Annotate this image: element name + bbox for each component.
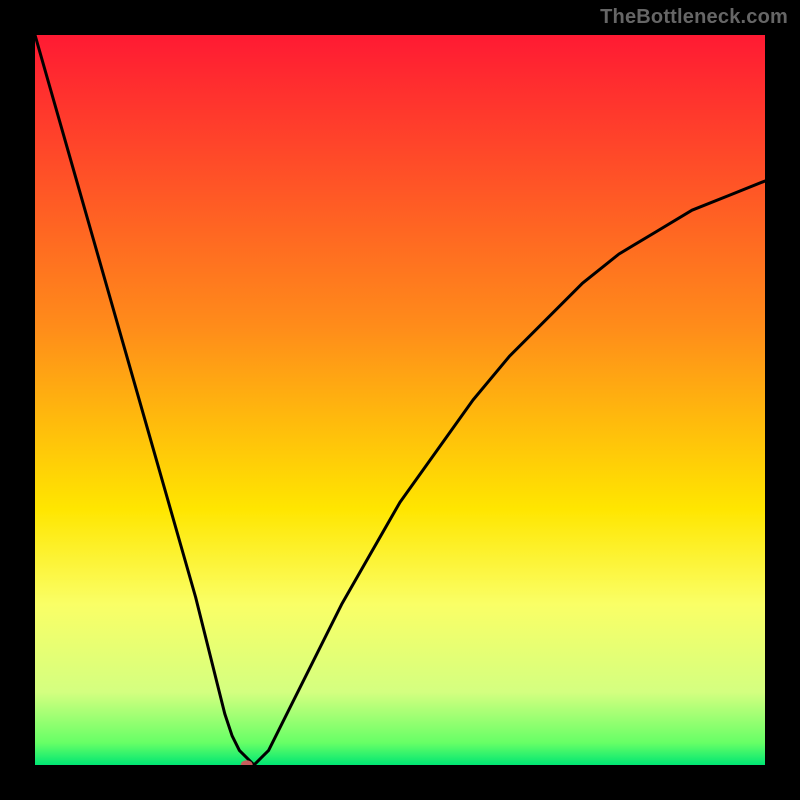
plot-area [35, 35, 765, 765]
curve-layer [35, 35, 765, 765]
watermark-text: TheBottleneck.com [600, 6, 788, 29]
chart-canvas: TheBottleneck.com [0, 0, 800, 800]
bottleneck-curve [35, 35, 765, 765]
